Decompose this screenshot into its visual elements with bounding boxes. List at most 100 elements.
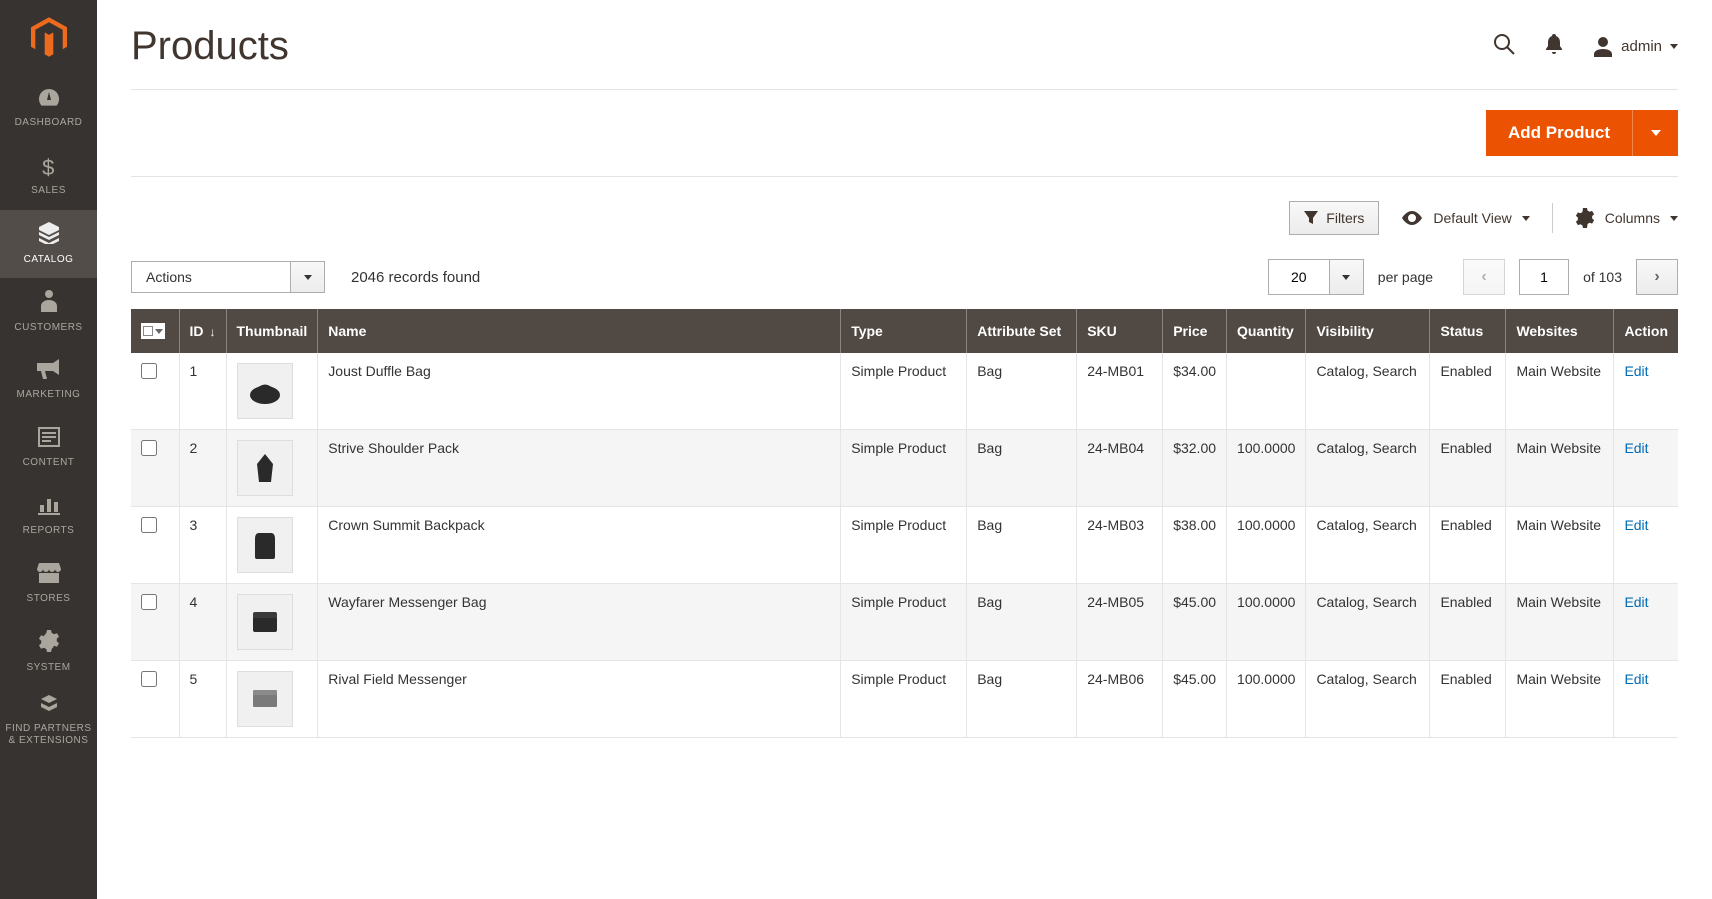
- bulk-actions-dropdown[interactable]: Actions: [131, 261, 325, 293]
- nav-catalog[interactable]: CATALOG: [0, 210, 97, 278]
- th-name[interactable]: Name: [318, 309, 841, 353]
- cell-websites: Main Website: [1506, 430, 1614, 507]
- cell-price: $45.00: [1163, 661, 1227, 738]
- th-type[interactable]: Type: [841, 309, 967, 353]
- magento-logo[interactable]: [0, 0, 97, 74]
- page-title: Products: [131, 24, 289, 69]
- table-row[interactable]: 4Wayfarer Messenger BagSimple ProductBag…: [131, 584, 1678, 661]
- edit-link[interactable]: Edit: [1624, 440, 1648, 456]
- per-page-toggle[interactable]: [1330, 259, 1364, 295]
- filters-button[interactable]: Filters: [1289, 201, 1379, 235]
- cell-type: Simple Product: [841, 430, 967, 507]
- cell-visibility: Catalog, Search: [1306, 353, 1430, 430]
- user-menu[interactable]: admin: [1593, 37, 1678, 57]
- row-checkbox[interactable]: [141, 440, 157, 456]
- cell-attribute-set: Bag: [967, 430, 1077, 507]
- cell-price: $34.00: [1163, 353, 1227, 430]
- default-view-dropdown[interactable]: Default View: [1401, 210, 1529, 226]
- edit-link[interactable]: Edit: [1624, 671, 1648, 687]
- th-select-all[interactable]: [131, 309, 179, 353]
- products-table: ID↓ Thumbnail Name Type Attribute Set SK…: [131, 309, 1678, 738]
- th-attribute-set[interactable]: Attribute Set: [967, 309, 1077, 353]
- bell-icon[interactable]: [1545, 34, 1563, 60]
- nav-label: CATALOG: [24, 254, 74, 266]
- search-icon[interactable]: [1493, 33, 1515, 61]
- nav-stores[interactable]: STORES: [0, 550, 97, 618]
- nav-content[interactable]: CONTENT: [0, 414, 97, 482]
- nav-label: STORES: [27, 593, 71, 605]
- cell-status: Enabled: [1430, 430, 1506, 507]
- edit-link[interactable]: Edit: [1624, 517, 1648, 533]
- add-product-button[interactable]: Add Product: [1486, 110, 1632, 156]
- nav-partners[interactable]: FIND PARTNERS & EXTENSIONS: [0, 686, 97, 754]
- cell-name: Joust Duffle Bag: [318, 353, 841, 430]
- th-quantity[interactable]: Quantity: [1227, 309, 1306, 353]
- megaphone-icon: [37, 359, 61, 385]
- chevron-down-icon: [155, 329, 163, 334]
- nav-label: CONTENT: [23, 457, 75, 469]
- cell-name: Strive Shoulder Pack: [318, 430, 841, 507]
- page-input[interactable]: [1519, 259, 1569, 295]
- edit-link[interactable]: Edit: [1624, 594, 1648, 610]
- funnel-icon: [1304, 211, 1318, 225]
- bulk-actions-toggle[interactable]: [291, 261, 325, 293]
- thumbnail: [237, 363, 293, 419]
- th-thumbnail[interactable]: Thumbnail: [226, 309, 318, 353]
- th-price[interactable]: Price: [1163, 309, 1227, 353]
- th-action[interactable]: Action: [1614, 309, 1678, 353]
- cell-id: 4: [179, 584, 226, 661]
- cell-name: Rival Field Messenger: [318, 661, 841, 738]
- nav-marketing[interactable]: MARKETING: [0, 346, 97, 414]
- edit-link[interactable]: Edit: [1624, 363, 1648, 379]
- th-visibility[interactable]: Visibility: [1306, 309, 1430, 353]
- thumbnail: [237, 517, 293, 573]
- cell-quantity: [1227, 353, 1306, 430]
- cell-sku: 24-MB01: [1077, 353, 1163, 430]
- person-icon: [40, 290, 58, 318]
- cell-sku: 24-MB05: [1077, 584, 1163, 661]
- th-id[interactable]: ID↓: [179, 309, 226, 353]
- columns-dropdown[interactable]: Columns: [1575, 208, 1678, 228]
- bar-chart-icon: [38, 495, 60, 521]
- pager-next-button[interactable]: ›: [1636, 259, 1678, 295]
- cell-type: Simple Product: [841, 353, 967, 430]
- add-product-toggle[interactable]: [1632, 110, 1678, 156]
- cell-status: Enabled: [1430, 661, 1506, 738]
- row-checkbox[interactable]: [141, 594, 157, 610]
- row-checkbox[interactable]: [141, 363, 157, 379]
- divider: [1552, 203, 1553, 233]
- nav-label: CUSTOMERS: [14, 322, 82, 334]
- records-found: 2046 records found: [351, 269, 480, 286]
- cell-id: 3: [179, 507, 226, 584]
- partners-icon: [37, 693, 61, 719]
- cell-type: Simple Product: [841, 584, 967, 661]
- cell-status: Enabled: [1430, 507, 1506, 584]
- pager-prev-button[interactable]: ‹: [1463, 259, 1505, 295]
- cell-attribute-set: Bag: [967, 584, 1077, 661]
- cell-quantity: 100.0000: [1227, 430, 1306, 507]
- filters-label: Filters: [1326, 210, 1364, 226]
- nav-label: DASHBOARD: [15, 117, 83, 129]
- table-row[interactable]: 5Rival Field MessengerSimple ProductBag2…: [131, 661, 1678, 738]
- nav-system[interactable]: SYSTEM: [0, 618, 97, 686]
- table-row[interactable]: 3Crown Summit BackpackSimple ProductBag2…: [131, 507, 1678, 584]
- dashboard-icon: [37, 87, 61, 113]
- th-sku[interactable]: SKU: [1077, 309, 1163, 353]
- nav-sales[interactable]: $ SALES: [0, 142, 97, 210]
- table-row[interactable]: 2Strive Shoulder PackSimple ProductBag24…: [131, 430, 1678, 507]
- nav-customers[interactable]: CUSTOMERS: [0, 278, 97, 346]
- per-page-input[interactable]: [1268, 259, 1330, 295]
- row-checkbox[interactable]: [141, 517, 157, 533]
- row-checkbox[interactable]: [141, 671, 157, 687]
- nav-reports[interactable]: REPORTS: [0, 482, 97, 550]
- default-view-label: Default View: [1433, 210, 1511, 226]
- table-row[interactable]: 1Joust Duffle BagSimple ProductBag24-MB0…: [131, 353, 1678, 430]
- nav-dashboard[interactable]: DASHBOARD: [0, 74, 97, 142]
- user-label: admin: [1621, 38, 1662, 55]
- store-icon: [37, 563, 61, 589]
- cell-attribute-set: Bag: [967, 353, 1077, 430]
- th-status[interactable]: Status: [1430, 309, 1506, 353]
- chevron-down-icon: [1342, 275, 1350, 280]
- nav-label: SALES: [31, 185, 66, 197]
- th-websites[interactable]: Websites: [1506, 309, 1614, 353]
